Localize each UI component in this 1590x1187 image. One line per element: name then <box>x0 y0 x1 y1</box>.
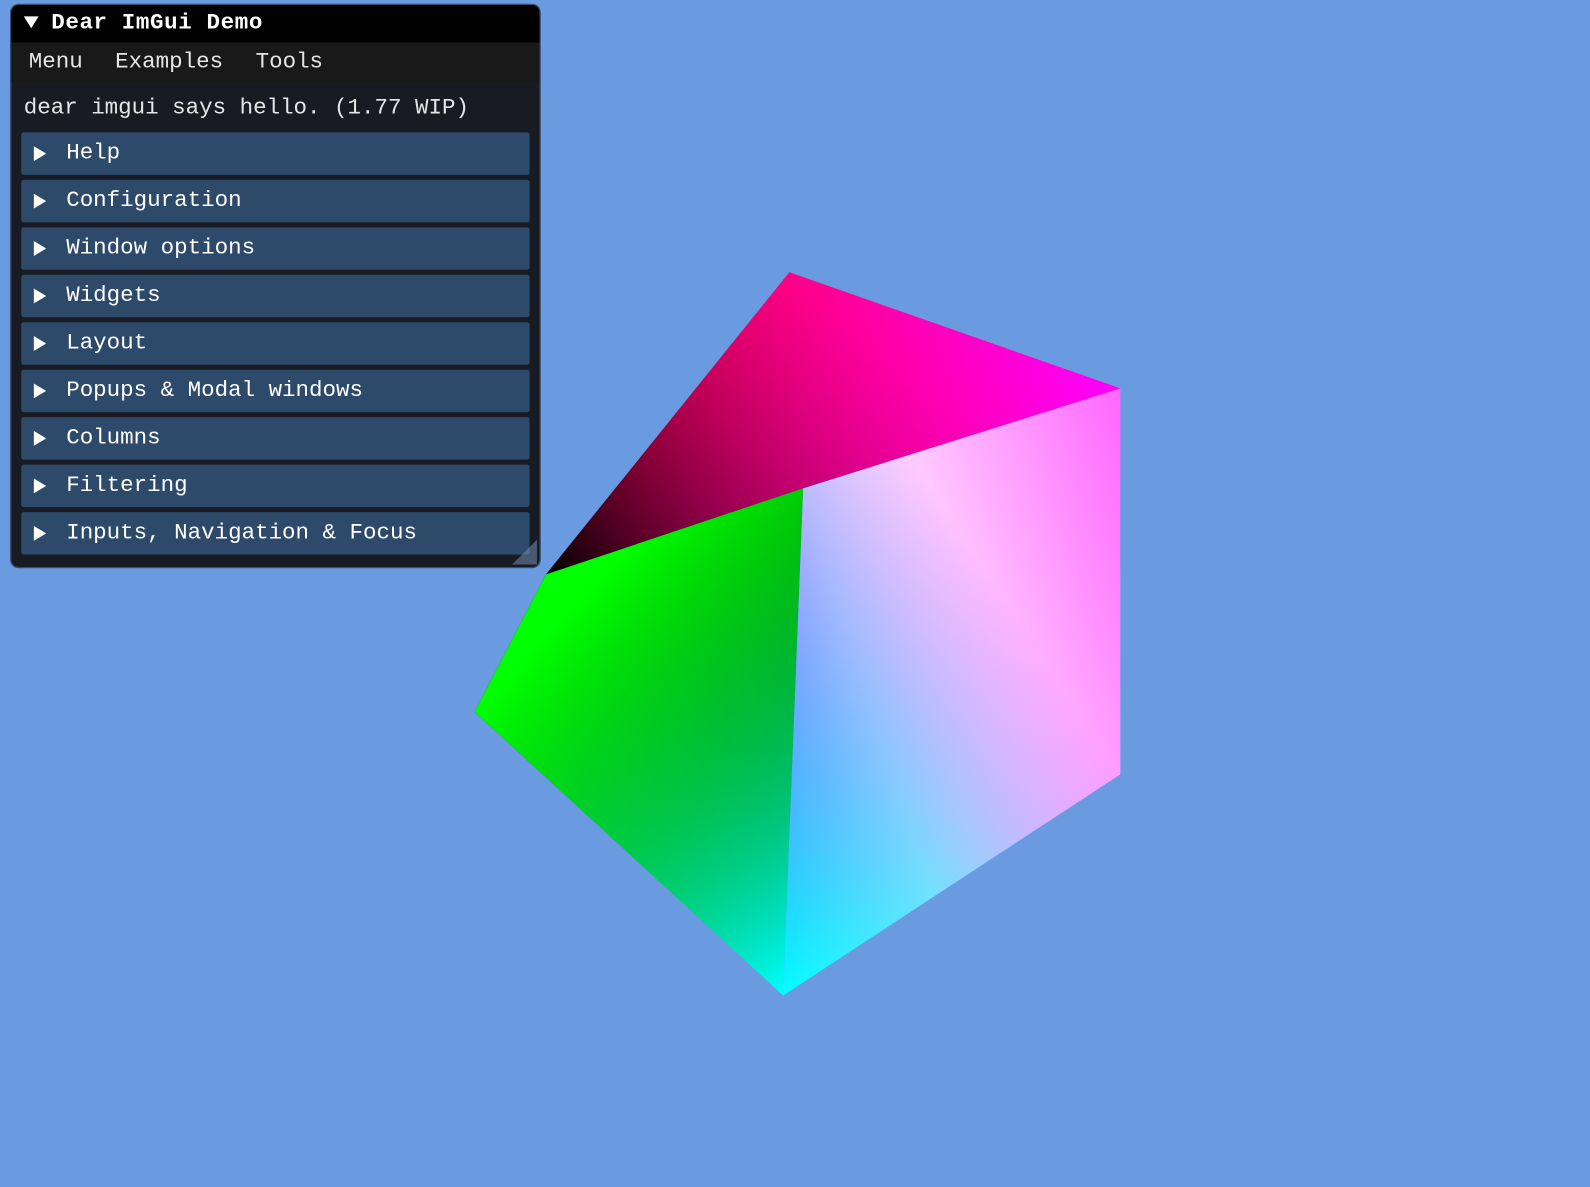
section-label: Widgets <box>66 282 160 309</box>
caret-right-icon <box>31 382 48 399</box>
section-widgets[interactable]: Widgets <box>21 275 529 317</box>
section-inputs-nav-focus[interactable]: Inputs, Navigation & Focus <box>21 512 529 554</box>
section-help[interactable]: Help <box>21 132 529 174</box>
section-configuration[interactable]: Configuration <box>21 180 529 222</box>
section-layout[interactable]: Layout <box>21 322 529 364</box>
section-popups-modal[interactable]: Popups & Modal windows <box>21 370 529 412</box>
section-label: Columns <box>66 425 160 452</box>
menubar: Menu Examples Tools <box>11 42 539 82</box>
caret-right-icon <box>31 477 48 494</box>
section-label: Configuration <box>66 187 241 214</box>
section-label: Inputs, Navigation & Focus <box>66 520 417 547</box>
section-filtering[interactable]: Filtering <box>21 465 529 507</box>
caret-right-icon <box>31 192 48 209</box>
caret-right-icon <box>31 287 48 304</box>
section-label: Help <box>66 140 120 167</box>
menu-item-examples[interactable]: Examples <box>110 46 228 78</box>
menu-item-menu[interactable]: Menu <box>24 46 88 78</box>
caret-right-icon <box>31 335 48 352</box>
section-label: Window options <box>66 235 255 262</box>
resize-grip-icon[interactable] <box>512 540 537 565</box>
menu-item-tools[interactable]: Tools <box>251 46 328 78</box>
caret-right-icon <box>31 430 48 447</box>
section-label: Popups & Modal windows <box>66 377 363 404</box>
caret-right-icon <box>31 240 48 257</box>
window-titlebar[interactable]: Dear ImGui Demo <box>11 5 539 42</box>
caret-right-icon <box>31 525 48 542</box>
collapse-icon[interactable] <box>21 14 41 34</box>
section-window-options[interactable]: Window options <box>21 227 529 269</box>
section-label: Filtering <box>66 472 187 499</box>
section-label: Layout <box>66 330 147 357</box>
section-columns[interactable]: Columns <box>21 417 529 459</box>
caret-right-icon <box>31 145 48 162</box>
imgui-demo-window[interactable]: Dear ImGui Demo Menu Examples Tools dear… <box>11 5 539 567</box>
window-title: Dear ImGui Demo <box>51 10 263 37</box>
hello-text: dear imgui says hello. (1.77 WIP) <box>21 90 529 132</box>
